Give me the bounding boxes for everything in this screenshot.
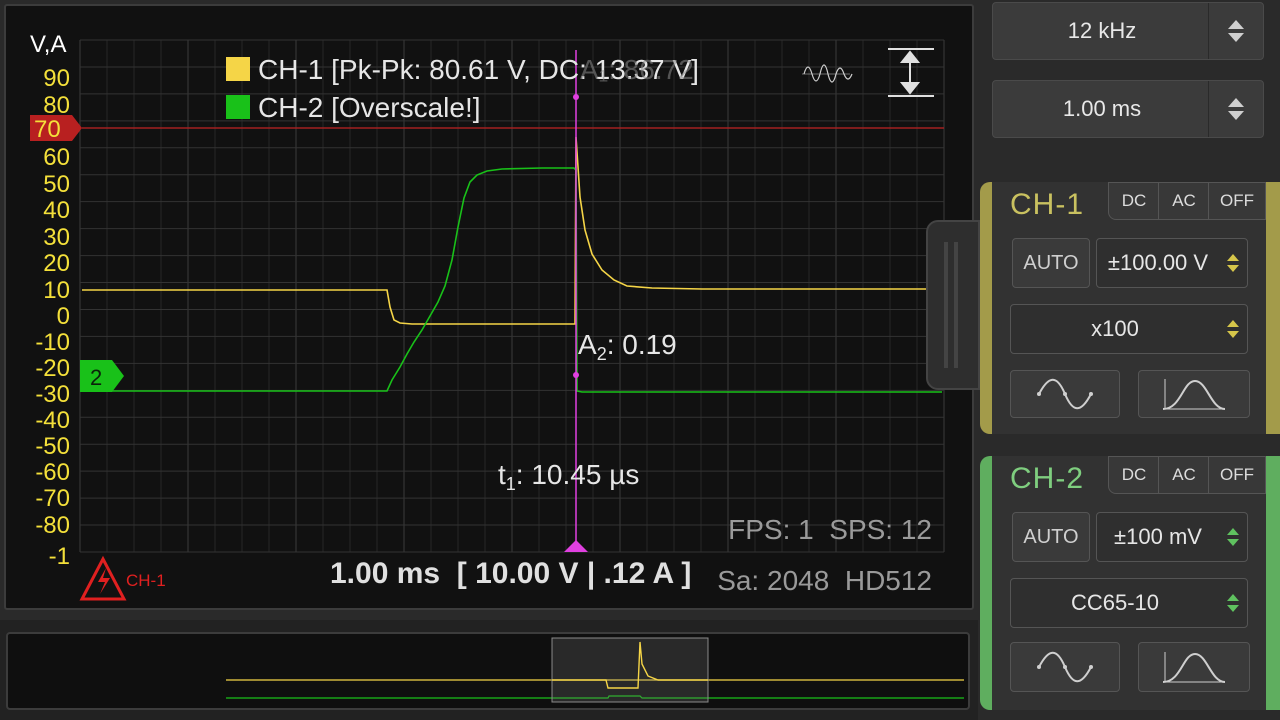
ch2-title: CH-2 — [1010, 462, 1085, 495]
y-tick-label: -60 — [35, 459, 70, 486]
ch2-panel: CH-2 DC AC OFF AUTO ±100 mV CC65-10 — [980, 456, 1280, 710]
ch2-auto-button[interactable]: AUTO — [1012, 512, 1090, 562]
y-tick-label: -80 — [35, 512, 70, 539]
ch2-coupling-ac[interactable]: AC — [1158, 456, 1210, 494]
ch1-probe-arrows-icon — [1219, 305, 1247, 353]
y-tick-label: 90 — [43, 65, 70, 92]
filter-curve-icon — [1162, 379, 1226, 410]
ch2-range-select[interactable]: ±100 mV — [1096, 512, 1248, 562]
ch2-probe-arrows-icon — [1219, 579, 1247, 627]
cursor-handle[interactable] — [564, 540, 588, 552]
sine-wave-icon — [1037, 378, 1093, 410]
cursor-point-ch2 — [573, 372, 579, 378]
y-tick-label: 60 — [43, 144, 70, 171]
scale-readout: 1.00 ms [ 10.00 V | .12 A ] — [330, 557, 691, 590]
cursor-point-ch1 — [573, 94, 579, 100]
y-tick-label: 50 — [43, 171, 70, 198]
cursor-t1-readout: t1: 10.45 µs — [498, 459, 639, 494]
y-tick-label: -50 — [35, 433, 70, 460]
overview-display[interactable] — [6, 632, 970, 710]
y-tick-label: -30 — [35, 381, 70, 408]
ch2-range-value: ±100 mV — [1114, 524, 1202, 549]
ch2-filter-button[interactable] — [1138, 642, 1250, 692]
filter-curve-icon — [1162, 652, 1226, 683]
timebase-arrows-icon[interactable] — [1208, 81, 1263, 137]
cursor-ghost-readout: A₁: 86.72 — [580, 54, 694, 85]
handle-grip — [944, 242, 948, 368]
scope-display[interactable]: V,A 90 80 60 50 40 30 20 10 0 -10 -20 -30 -40 -50 -60-… — [4, 4, 974, 610]
ch1-probe-value: x100 — [1091, 316, 1139, 341]
vertical-scale-icon[interactable] — [888, 48, 934, 97]
y-tick-label: -20 — [35, 355, 70, 382]
trigger-level-value: 70 — [34, 116, 61, 143]
ch2-probe-select[interactable]: CC65-10 — [1010, 578, 1248, 628]
ch1-filter-button[interactable] — [1138, 370, 1250, 418]
y-unit-label: V,A — [30, 31, 66, 58]
y-tick-label: 40 — [43, 197, 70, 224]
y-tick-label: -40 — [35, 407, 70, 434]
ch1-title: CH-1 — [1010, 188, 1085, 221]
y-tick-label: 20 — [43, 250, 70, 277]
y-tick-label: -10 — [35, 329, 70, 356]
legend-ch2: CH-2 [Overscale!] — [258, 92, 481, 123]
timebase-spinner[interactable]: 1.00 ms — [992, 80, 1264, 138]
cursor-a2-readout: A2: 0.19 — [578, 329, 677, 364]
alert-channel-label: CH-1 — [126, 571, 166, 590]
y-tick-label: 30 — [43, 224, 70, 251]
ch2-offset-marker[interactable]: 2 — [80, 360, 124, 392]
y-tick-label: -1 — [49, 543, 70, 570]
ch1-probe-select[interactable]: x100 — [1010, 304, 1248, 354]
y-tick-label: -70 — [35, 485, 70, 512]
ch2-waveform-button[interactable] — [1010, 642, 1120, 692]
overview-strip — [0, 620, 978, 720]
sample-rate-arrows-icon[interactable] — [1208, 3, 1263, 59]
overvoltage-warning-icon — [79, 555, 127, 601]
ch1-range-arrows-icon — [1219, 239, 1247, 287]
sample-rate-spinner[interactable]: 12 kHz — [992, 2, 1264, 60]
ch1-range-select[interactable]: ±100.00 V — [1096, 238, 1248, 288]
panel-drawer-handle[interactable] — [926, 220, 980, 390]
ch2-marker-label: 2 — [90, 365, 102, 390]
sample-info: Sa: 2048 HD512 — [717, 565, 932, 596]
ch2-coupling-off[interactable]: OFF — [1208, 456, 1266, 494]
y-tick-label: 80 — [43, 92, 70, 119]
ch2-probe-value: CC65-10 — [1070, 590, 1160, 615]
sine-wave-icon — [1037, 651, 1093, 683]
ch2-coupling-dc[interactable]: DC — [1108, 456, 1160, 494]
ch1-range-value: ±100.00 V — [1107, 250, 1209, 275]
ch1-trace — [82, 136, 926, 325]
fps-sps-readout: FPS: 1 SPS: 12 — [728, 514, 932, 545]
ch1-coupling-dc[interactable]: DC — [1108, 182, 1160, 220]
ch2-range-arrows-icon — [1219, 513, 1247, 561]
timebase-value: 1.00 ms — [1062, 96, 1142, 121]
legend-swatch-ch2 — [226, 95, 250, 119]
ch1-panel: CH-1 DC AC OFF AUTO ±100.00 V x100 — [980, 182, 1280, 434]
y-tick-label: 0 — [57, 303, 70, 330]
handle-grip — [954, 242, 958, 368]
ch1-coupling-ac[interactable]: AC — [1158, 182, 1210, 220]
overview-viewport-window[interactable] — [551, 637, 709, 703]
trigger-level-marker[interactable]: 70 — [30, 115, 82, 143]
ch1-coupling-off[interactable]: OFF — [1208, 182, 1266, 220]
ch1-auto-button[interactable]: AUTO — [1012, 238, 1090, 288]
ch1-waveform-button[interactable] — [1010, 370, 1120, 418]
sample-rate-value: 12 kHz — [1067, 18, 1137, 43]
oscilloscope-app: V,A 90 80 60 50 40 30 20 10 0 -10 -20 -30 -40 -50 -60-… — [0, 0, 1280, 720]
y-tick-label: 10 — [43, 277, 70, 304]
legend-swatch-ch1 — [226, 57, 250, 81]
